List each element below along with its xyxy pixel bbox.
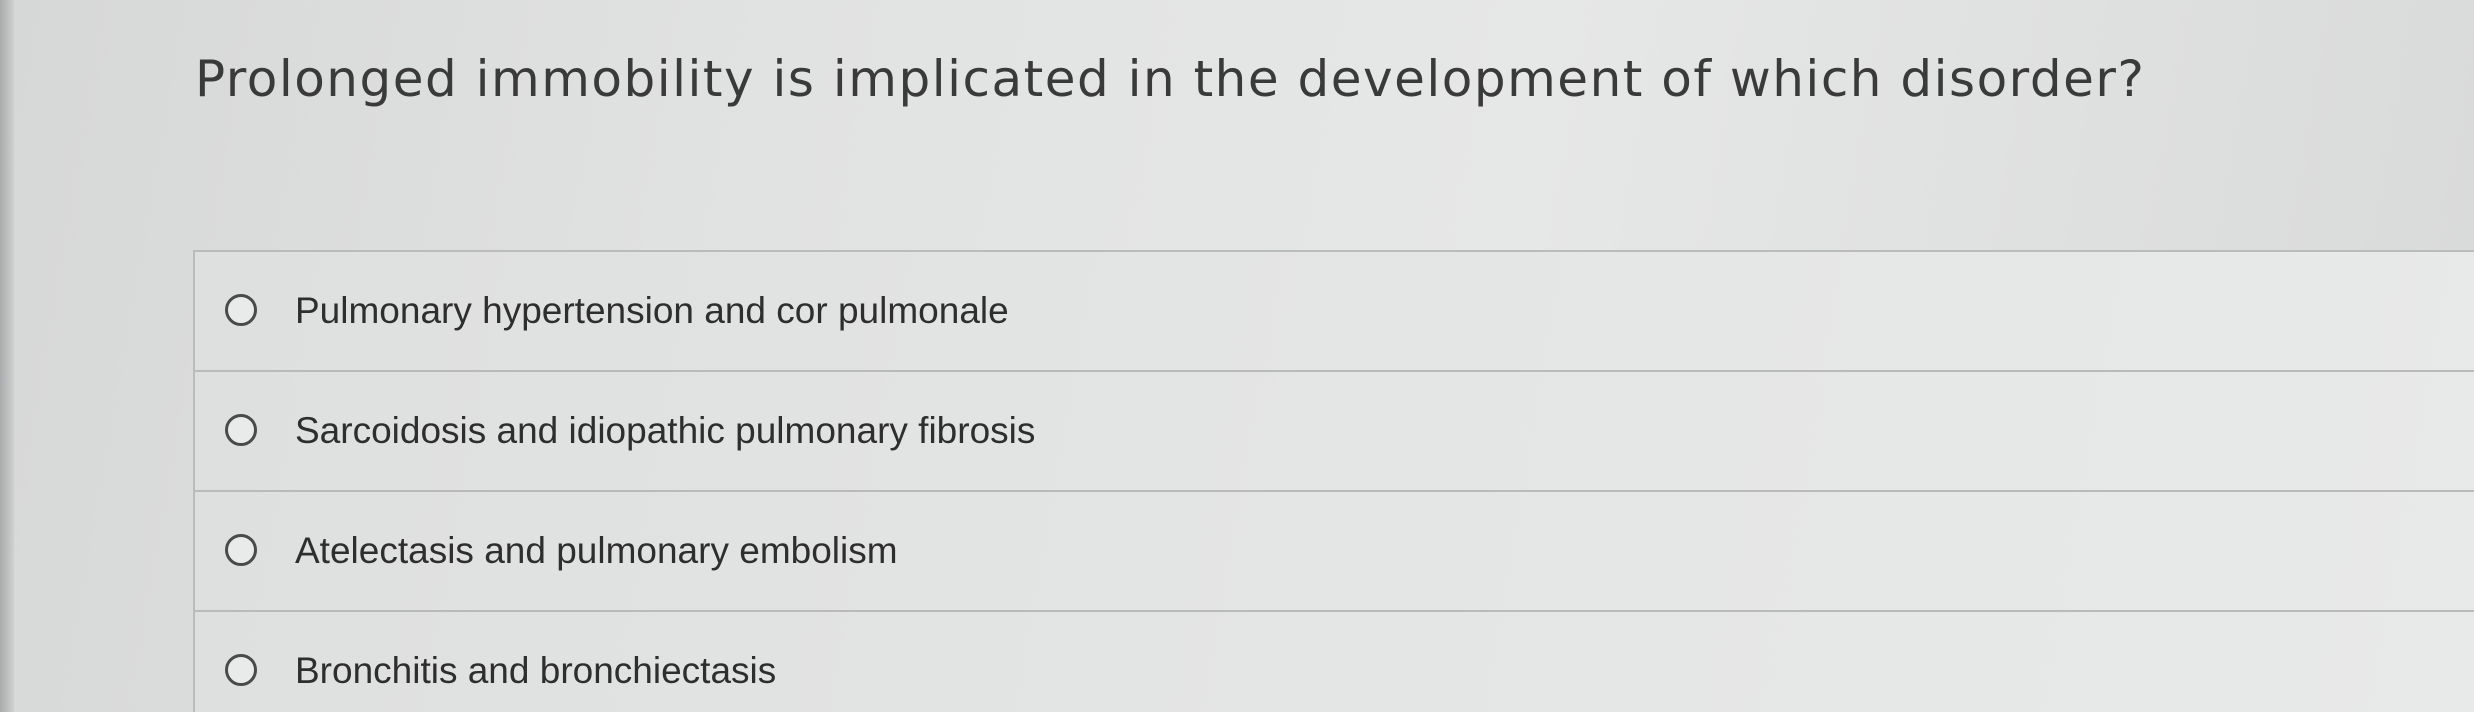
answer-option-label: Atelectasis and pulmonary embolism bbox=[295, 530, 898, 571]
answer-option-3[interactable]: Atelectasis and pulmonary embolism bbox=[195, 492, 2474, 612]
answer-option-4[interactable]: Bronchitis and bronchiectasis bbox=[195, 612, 2474, 712]
answer-options-list: Pulmonary hypertension and cor pulmonale… bbox=[193, 250, 2474, 712]
question-text: Prolonged immobility is implicated in th… bbox=[195, 50, 2146, 108]
radio-button-icon[interactable] bbox=[225, 654, 257, 686]
radio-button-icon[interactable] bbox=[225, 534, 257, 566]
answer-option-label: Pulmonary hypertension and cor pulmonale bbox=[295, 290, 1009, 331]
screen-left-edge bbox=[0, 0, 14, 712]
answer-option-2[interactable]: Sarcoidosis and idiopathic pulmonary fib… bbox=[195, 372, 2474, 492]
answer-option-label: Sarcoidosis and idiopathic pulmonary fib… bbox=[295, 410, 1036, 451]
radio-button-icon[interactable] bbox=[225, 294, 257, 326]
radio-button-icon[interactable] bbox=[225, 414, 257, 446]
answer-option-1[interactable]: Pulmonary hypertension and cor pulmonale bbox=[195, 252, 2474, 372]
answer-option-label: Bronchitis and bronchiectasis bbox=[295, 650, 777, 691]
